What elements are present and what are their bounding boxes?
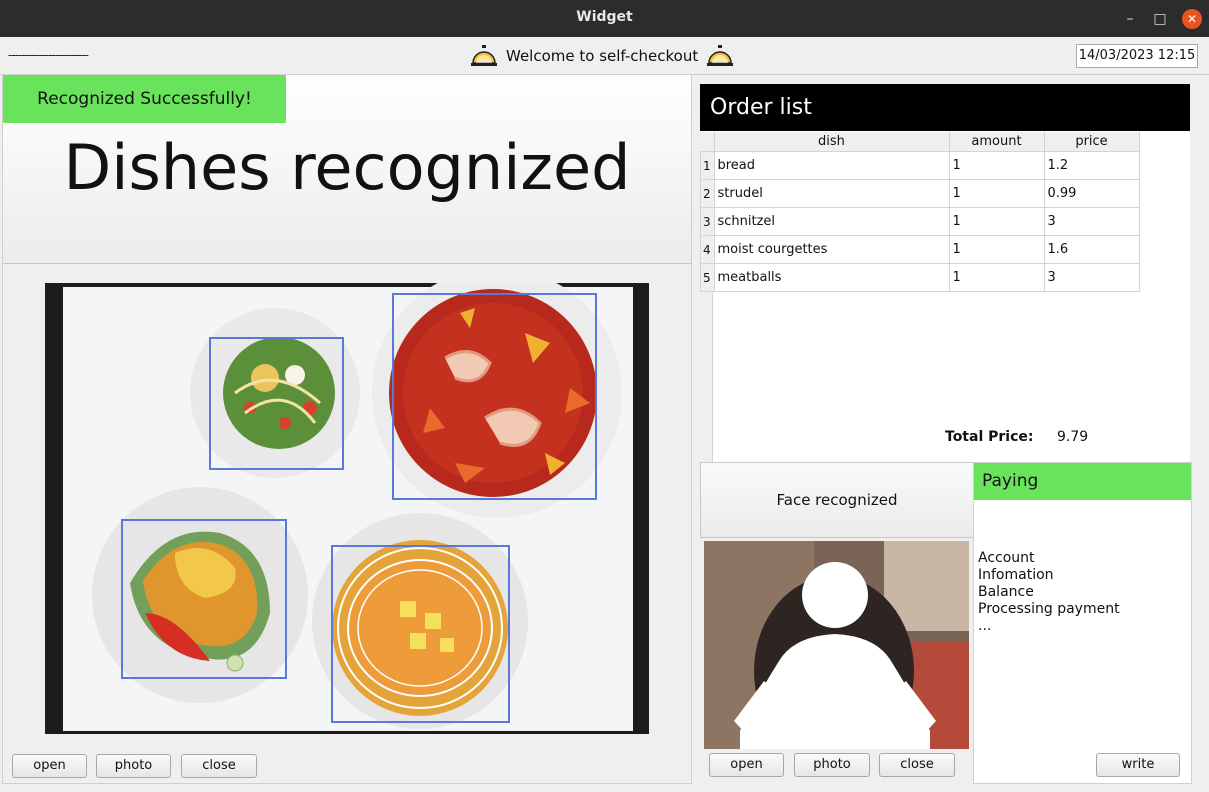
user-avatar-icon [704,541,969,749]
dish-cell[interactable]: meatballs [713,263,950,292]
column-header[interactable]: amount [949,132,1045,152]
dish-cell[interactable]: strudel [713,179,950,208]
dish-recognition-panel: Recognized Successfully! Dishes recogniz… [2,74,692,784]
amount-cell[interactable]: 1 [948,151,1045,180]
maximize-icon[interactable]: □ [1150,9,1170,29]
paying-panel: Paying Account Infomation Balance Proces… [973,462,1192,784]
order-list-title: Order list [700,84,1190,131]
dish-cell[interactable]: moist courgettes [713,235,950,264]
minimize-icon[interactable]: – [1120,9,1140,29]
corner-cell [700,132,715,152]
app-window: Widget – □ ✕ ------------------------ We… [0,0,1209,792]
header-bar: ------------------------ Welcome to self… [0,37,1209,75]
face-photo-button[interactable]: photo [794,753,870,777]
price-cell[interactable]: 1.2 [1043,151,1140,180]
welcome-banner: Welcome to self-checkout [470,43,734,69]
table-row[interactable]: 1 bread 1 1.2 [700,151,1140,180]
dish-cell[interactable]: schnitzel [713,207,950,236]
payment-line: Infomation [978,567,1054,583]
table-header-row: dish amount price [700,132,1140,152]
row-number: 4 [700,235,715,264]
write-button[interactable]: write [1096,753,1180,777]
title-bar: Widget – □ ✕ [0,0,1209,37]
dish-header: Recognized Successfully! Dishes recogniz… [3,75,691,264]
camera-food-image [45,283,649,734]
close-face-camera-button[interactable]: close [879,753,955,777]
dish-cell[interactable]: bread [713,151,950,180]
datetime-field[interactable]: 14/03/2023 12:15 [1076,44,1198,68]
amount-cell[interactable]: 1 [948,235,1045,264]
amount-cell[interactable]: 1 [948,179,1045,208]
photo-button[interactable]: photo [96,754,171,778]
row-number: 5 [700,263,715,292]
table-row[interactable]: 2 strudel 1 0.99 [700,179,1140,208]
order-list-panel: Order list dish amount price 1 bread 1 1… [700,84,1190,462]
total-price-label: Total Price: [945,429,1034,445]
payment-line: Processing payment [978,601,1120,617]
column-header[interactable]: dish [714,132,950,152]
amount-cell[interactable]: 1 [948,207,1045,236]
camera-face-image [704,541,969,749]
payment-status-log: Account Infomation Balance Processing pa… [978,550,1120,635]
price-cell[interactable]: 3 [1043,207,1140,236]
table-row[interactable]: 4 moist courgettes 1 1.6 [700,235,1140,264]
price-cell[interactable]: 1.6 [1043,235,1140,264]
row-number: 3 [700,207,715,236]
close-camera-button[interactable]: close [181,754,257,778]
welcome-text: Welcome to self-checkout [506,47,699,65]
total-price-value: 9.79 [1057,429,1089,445]
face-recognized-label: Face recognized [700,462,974,538]
column-header[interactable]: price [1044,132,1140,152]
open-face-camera-button[interactable]: open [709,753,784,777]
status-placeholder: ------------------------ [8,48,89,62]
dishes-recognized-title: Dishes recognized [63,131,631,204]
service-bell-icon [471,45,497,66]
payment-line: Balance [978,584,1034,600]
close-icon[interactable]: ✕ [1182,9,1202,29]
recognition-status-badge: Recognized Successfully! [3,75,286,123]
order-table: dish amount price 1 bread 1 1.2 2 strude… [700,132,1140,292]
price-cell[interactable]: 3 [1043,263,1140,292]
table-row[interactable]: 3 schnitzel 1 3 [700,207,1140,236]
open-camera-button[interactable]: open [12,754,87,778]
payment-line: Account [978,550,1035,566]
amount-cell[interactable]: 1 [948,263,1045,292]
row-number: 1 [700,151,715,180]
price-cell[interactable]: 0.99 [1043,179,1140,208]
payment-line: ... [978,618,992,634]
table-row[interactable]: 5 meatballs 1 3 [700,263,1140,292]
paying-title: Paying [974,463,1191,500]
service-bell-icon [707,45,734,66]
food-tray-illustration [63,283,633,731]
window-title: Widget [576,9,633,25]
row-number: 2 [700,179,715,208]
